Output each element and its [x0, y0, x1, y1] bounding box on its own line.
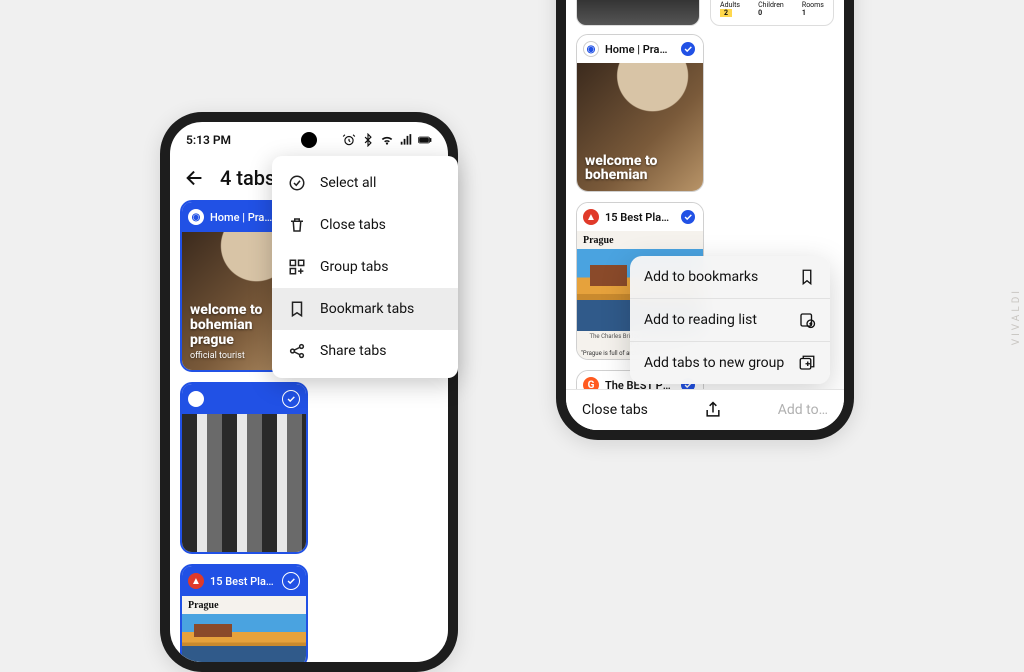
signal-icon: [399, 133, 413, 147]
thumb-heading: Prague: [188, 600, 219, 611]
menu-label: Share tabs: [320, 343, 386, 359]
selected-check-icon[interactable]: [679, 40, 697, 58]
menu-select-all[interactable]: Select all: [272, 162, 458, 204]
favicon-icon: ◉: [583, 41, 599, 57]
brand-watermark: VIVALDI: [1011, 288, 1022, 345]
tab-card[interactable]: [180, 382, 308, 554]
favicon-icon: ▲: [583, 209, 599, 225]
bookmark-icon: [798, 268, 816, 286]
favicon-icon: ◉: [188, 209, 204, 225]
menu-label: Add to bookmarks: [644, 269, 758, 285]
menu-add-bookmarks[interactable]: Add to bookmarks: [630, 256, 830, 299]
menu-label: Close tabs: [320, 217, 386, 233]
check-circle-icon: [288, 174, 306, 192]
menu-add-readinglist[interactable]: Add to reading list: [630, 299, 830, 342]
tabgroup-plus-icon: [798, 354, 816, 372]
selected-check-icon[interactable]: [282, 572, 300, 590]
favicon-icon: [188, 391, 204, 407]
camera-punchhole: [301, 132, 317, 148]
favicon-icon: ▲: [188, 573, 204, 589]
menu-close-tabs[interactable]: Close tabs: [272, 204, 458, 246]
ios-addto-menu: Add to bookmarks Add to reading list Add…: [630, 256, 830, 384]
addto-button[interactable]: Add to…: [778, 402, 828, 418]
tab-title: Home | Prague: [210, 211, 276, 224]
menu-label: Group tabs: [320, 259, 388, 275]
menu-add-tabgroup[interactable]: Add tabs to new group: [630, 342, 830, 384]
menu-label: Bookmark tabs: [320, 301, 414, 317]
menu-share-tabs[interactable]: Share tabs: [272, 330, 458, 372]
wifi-icon: [380, 133, 394, 147]
tab-title: 15 Best Place…: [605, 211, 673, 224]
selected-check-icon[interactable]: [679, 208, 697, 226]
close-tabs-button[interactable]: Close tabs: [582, 402, 648, 418]
selected-check-icon[interactable]: [282, 390, 300, 408]
menu-bookmark-tabs[interactable]: Bookmark tabs: [272, 288, 458, 330]
tabs-context-menu: Select all Close tabs Group tabs Bookmar…: [272, 156, 458, 378]
bookmark-icon: [288, 300, 306, 318]
bluetooth-icon: [361, 133, 375, 147]
thumb-hero-text: welcome to bohemian: [585, 154, 657, 183]
tab-title: 15 Best Places: [210, 575, 276, 588]
menu-group-tabs[interactable]: Group tabs: [272, 246, 458, 288]
menu-label: Select all: [320, 175, 376, 191]
trash-icon: [288, 216, 306, 234]
reading-list-icon: [798, 311, 816, 329]
thumb-heading: Prague: [583, 235, 614, 246]
tab-title: Home | Pragu…: [605, 43, 673, 56]
share-icon: [288, 342, 306, 360]
phone-ios: Adults2 Children0 Rooms1 ◉ Home | Pragu……: [556, 0, 854, 440]
status-time: 5:13 PM: [186, 133, 231, 147]
tab-card[interactable]: ◉ Home | Pragu… prague≡ welcome to bohem…: [576, 34, 704, 192]
back-icon[interactable]: [184, 167, 206, 189]
tabs-count-title: 4 tabs: [220, 166, 275, 190]
tab-card[interactable]: ▲ 15 Best Places Prague: [180, 564, 308, 668]
thumb-hero-text: welcome to bohemian prague official tour…: [190, 303, 262, 362]
alarm-icon: [342, 133, 356, 147]
battery-icon: [418, 133, 432, 147]
share-icon[interactable]: [703, 400, 723, 420]
menu-label: Add to reading list: [644, 312, 757, 328]
menu-label: Add tabs to new group: [644, 355, 784, 371]
ios-bottom-bar: Close tabs Add to…: [566, 389, 844, 430]
grid-plus-icon: [288, 258, 306, 276]
